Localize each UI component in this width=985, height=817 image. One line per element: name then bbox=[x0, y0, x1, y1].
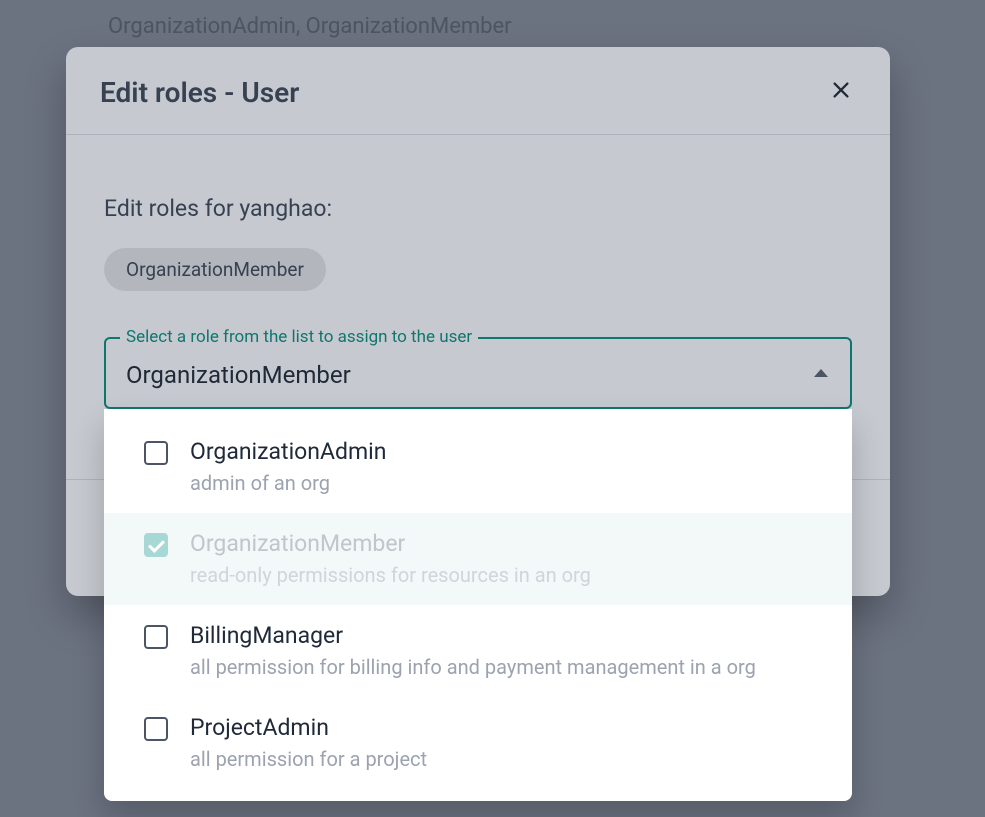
option-desc: all permission for a project bbox=[190, 745, 828, 773]
role-select[interactable]: Select a role from the list to assign to… bbox=[104, 337, 852, 409]
close-icon bbox=[830, 79, 852, 101]
option-desc: admin of an org bbox=[190, 469, 828, 497]
option-label: BillingManager bbox=[190, 621, 828, 651]
checkbox-icon[interactable] bbox=[144, 625, 168, 649]
modal-title: Edit roles - User bbox=[100, 76, 299, 109]
option-label: ProjectAdmin bbox=[190, 713, 828, 743]
edit-roles-subtitle: Edit roles for yanghao: bbox=[104, 195, 852, 222]
checkbox-icon[interactable] bbox=[144, 441, 168, 465]
checkbox-checked-icon[interactable] bbox=[144, 533, 168, 557]
role-select-wrap: Select a role from the list to assign to… bbox=[104, 337, 852, 409]
option-text: OrganizationAdmin admin of an org bbox=[190, 437, 828, 497]
option-desc: read-only permissions for resources in a… bbox=[190, 561, 828, 589]
option-label: OrganizationAdmin bbox=[190, 437, 828, 467]
option-text: OrganizationMember read-only permissions… bbox=[190, 529, 828, 589]
modal-overlay: Edit roles - User Edit roles for yanghao… bbox=[0, 0, 985, 817]
checkbox-icon[interactable] bbox=[144, 717, 168, 741]
option-label: OrganizationMember bbox=[190, 529, 828, 559]
role-option-organizationadmin[interactable]: OrganizationAdmin admin of an org bbox=[104, 409, 852, 513]
option-desc: all permission for billing info and paym… bbox=[190, 653, 828, 681]
current-role-chip[interactable]: OrganizationMember bbox=[104, 248, 326, 291]
role-select-value: OrganizationMember bbox=[126, 361, 830, 389]
role-select-legend: Select a role from the list to assign to… bbox=[120, 327, 478, 347]
caret-up-icon bbox=[814, 369, 828, 377]
role-dropdown: OrganizationAdmin admin of an org Organi… bbox=[104, 409, 852, 801]
edit-roles-modal: Edit roles - User Edit roles for yanghao… bbox=[66, 47, 890, 596]
role-option-billingmanager[interactable]: BillingManager all permission for billin… bbox=[104, 605, 852, 697]
option-text: BillingManager all permission for billin… bbox=[190, 621, 828, 681]
role-option-projectadmin[interactable]: ProjectAdmin all permission for a projec… bbox=[104, 697, 852, 801]
modal-body: Edit roles for yanghao: OrganizationMemb… bbox=[66, 135, 890, 596]
role-option-organizationmember[interactable]: OrganizationMember read-only permissions… bbox=[104, 513, 852, 605]
close-button[interactable] bbox=[826, 75, 856, 110]
option-text: ProjectAdmin all permission for a projec… bbox=[190, 713, 828, 773]
modal-header: Edit roles - User bbox=[66, 47, 890, 135]
